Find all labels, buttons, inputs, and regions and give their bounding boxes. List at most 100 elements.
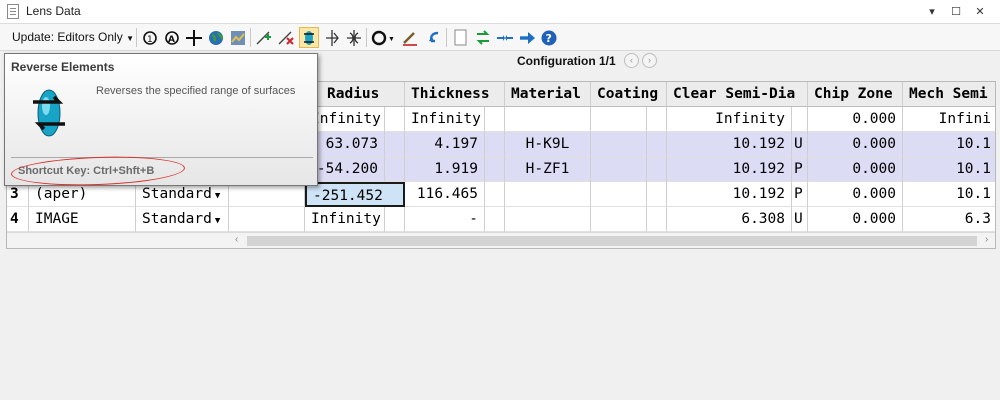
- coating-cell[interactable]: [591, 157, 647, 182]
- horizontal-scrollbar[interactable]: ‹ ›: [7, 232, 995, 248]
- material-cell[interactable]: H-ZF1: [505, 157, 591, 182]
- header-coating[interactable]: Coating: [591, 82, 667, 107]
- tooltip-title: Reverse Elements: [11, 60, 115, 74]
- header-mech-semi-dia[interactable]: Mech Semi: [903, 82, 995, 107]
- aperture-icon[interactable]: ▼: [370, 27, 395, 48]
- swap-icon[interactable]: [473, 27, 493, 48]
- previous-config-icon[interactable]: ‹: [624, 53, 639, 68]
- mech-semi-dia-cell[interactable]: Infini: [903, 107, 995, 132]
- chip-zone-cell[interactable]: 0.000: [808, 182, 903, 207]
- coating-solve-cell[interactable]: [647, 207, 667, 232]
- page-icon[interactable]: [450, 27, 470, 48]
- mech-semi-dia-cell[interactable]: 10.1: [903, 157, 995, 182]
- row-number[interactable]: 4: [7, 207, 29, 232]
- thickness-solve-cell[interactable]: [485, 132, 505, 157]
- coating-solve-cell[interactable]: [647, 182, 667, 207]
- radius-solve-cell[interactable]: [385, 207, 405, 232]
- update-mode-label: Update: Editors Only: [12, 30, 123, 44]
- arrow-right-icon[interactable]: [517, 27, 537, 48]
- thickness-solve-cell[interactable]: [485, 182, 505, 207]
- clear-semi-dia-cell[interactable]: 6.308: [667, 207, 792, 232]
- header-clear-semi-dia[interactable]: Clear Semi-Dia: [667, 82, 808, 107]
- clear-semi-dia-flag[interactable]: U: [792, 132, 808, 157]
- pen-icon[interactable]: [400, 27, 420, 48]
- thickness-solve-cell[interactable]: [485, 207, 505, 232]
- undo-icon[interactable]: [424, 27, 444, 48]
- crosshair-icon[interactable]: [184, 27, 204, 48]
- coating-solve-cell[interactable]: [647, 107, 667, 132]
- clear-semi-dia-flag[interactable]: [792, 107, 808, 132]
- chip-zone-cell[interactable]: 0.000: [808, 107, 903, 132]
- toolbar-separator: [446, 28, 447, 47]
- close-button[interactable]: ✕: [970, 2, 990, 22]
- chevron-down-icon: ▼: [126, 34, 134, 43]
- svg-text:A: A: [168, 35, 175, 45]
- clear-semi-dia-flag[interactable]: U: [792, 207, 808, 232]
- toolbar: Update: Editors Only ▼ 1 A ▼ ?: [0, 24, 1000, 51]
- mech-semi-dia-cell[interactable]: 6.3: [903, 207, 995, 232]
- radius-cell-editing[interactable]: -251.452: [305, 182, 405, 207]
- insert-surface-icon[interactable]: [254, 27, 274, 48]
- table-row[interactable]: 4 IMAGE Standard ▼ Infinity - 6.308 U 0.0…: [7, 207, 995, 232]
- coating-cell[interactable]: [591, 182, 647, 207]
- thickness-solve-cell[interactable]: [485, 107, 505, 132]
- help-icon[interactable]: ?: [539, 27, 559, 48]
- thickness-cell[interactable]: 116.465: [405, 182, 485, 207]
- header-radius[interactable]: Radius: [305, 82, 405, 107]
- coating-cell[interactable]: [591, 132, 647, 157]
- chip-zone-cell[interactable]: 0.000: [808, 157, 903, 182]
- header-thickness[interactable]: Thickness: [405, 82, 505, 107]
- thickness-cell[interactable]: Infinity: [405, 107, 485, 132]
- auto-refresh-icon[interactable]: A: [162, 27, 182, 48]
- chevron-down-icon: ▼: [214, 191, 221, 201]
- header-material[interactable]: Material: [505, 82, 591, 107]
- chip-zone-cell[interactable]: 0.000: [808, 207, 903, 232]
- globe-icon[interactable]: [206, 27, 226, 48]
- toolbar-separator: [136, 28, 137, 47]
- clear-semi-dia-cell[interactable]: 10.192: [667, 182, 792, 207]
- header-chip-zone[interactable]: Chip Zone: [808, 82, 903, 107]
- material-cell[interactable]: [505, 107, 591, 132]
- collapse-icon[interactable]: [495, 27, 515, 48]
- surface-type-dropdown[interactable]: Standard ▼: [136, 207, 229, 232]
- mech-semi-dia-cell[interactable]: 10.1: [903, 182, 995, 207]
- radius-solve-cell[interactable]: [385, 132, 405, 157]
- material-cell[interactable]: [505, 207, 591, 232]
- coating-cell[interactable]: [591, 207, 647, 232]
- scrollbar-thumb[interactable]: [247, 236, 977, 246]
- window-menu-button[interactable]: ▾: [922, 2, 942, 22]
- map-icon[interactable]: [228, 27, 248, 48]
- radius-solve-cell[interactable]: [385, 157, 405, 182]
- scroll-left-icon[interactable]: ‹: [235, 234, 238, 245]
- comment-cell[interactable]: IMAGE: [29, 207, 136, 232]
- clear-semi-dia-cell[interactable]: 10.192: [667, 132, 792, 157]
- coordinate-break-icon[interactable]: [344, 27, 364, 48]
- clear-semi-dia-flag[interactable]: P: [792, 182, 808, 207]
- clear-semi-dia-cell[interactable]: 10.192: [667, 157, 792, 182]
- next-config-icon[interactable]: ›: [642, 53, 657, 68]
- material-cell[interactable]: [505, 182, 591, 207]
- scroll-right-icon[interactable]: ›: [985, 234, 988, 245]
- coating-cell[interactable]: [591, 107, 647, 132]
- reverse-elements-tooltip: Reverse Elements Reverses the specified …: [4, 53, 318, 189]
- reverse-elements-icon[interactable]: [299, 27, 319, 48]
- radius-cell[interactable]: Infinity: [305, 207, 385, 232]
- maximize-button[interactable]: ☐: [946, 2, 966, 22]
- thickness-cell[interactable]: -: [405, 207, 485, 232]
- thickness-cell[interactable]: 1.919: [405, 157, 485, 182]
- clear-semi-dia-cell[interactable]: Infinity: [667, 107, 792, 132]
- chip-zone-cell[interactable]: 0.000: [808, 132, 903, 157]
- tilt-decenter-icon[interactable]: [322, 27, 342, 48]
- coating-solve-cell[interactable]: [647, 132, 667, 157]
- delete-surface-icon[interactable]: [276, 27, 296, 48]
- thickness-cell[interactable]: 4.197: [405, 132, 485, 157]
- refresh-icon[interactable]: 1: [140, 27, 160, 48]
- thickness-solve-cell[interactable]: [485, 157, 505, 182]
- coating-solve-cell[interactable]: [647, 157, 667, 182]
- radius-solve-cell[interactable]: [385, 107, 405, 132]
- reverse-elements-icon: [27, 86, 71, 140]
- mech-semi-dia-cell[interactable]: 10.1: [903, 132, 995, 157]
- update-mode-dropdown[interactable]: Update: Editors Only ▼: [8, 28, 138, 47]
- clear-semi-dia-flag[interactable]: P: [792, 157, 808, 182]
- material-cell[interactable]: H-K9L: [505, 132, 591, 157]
